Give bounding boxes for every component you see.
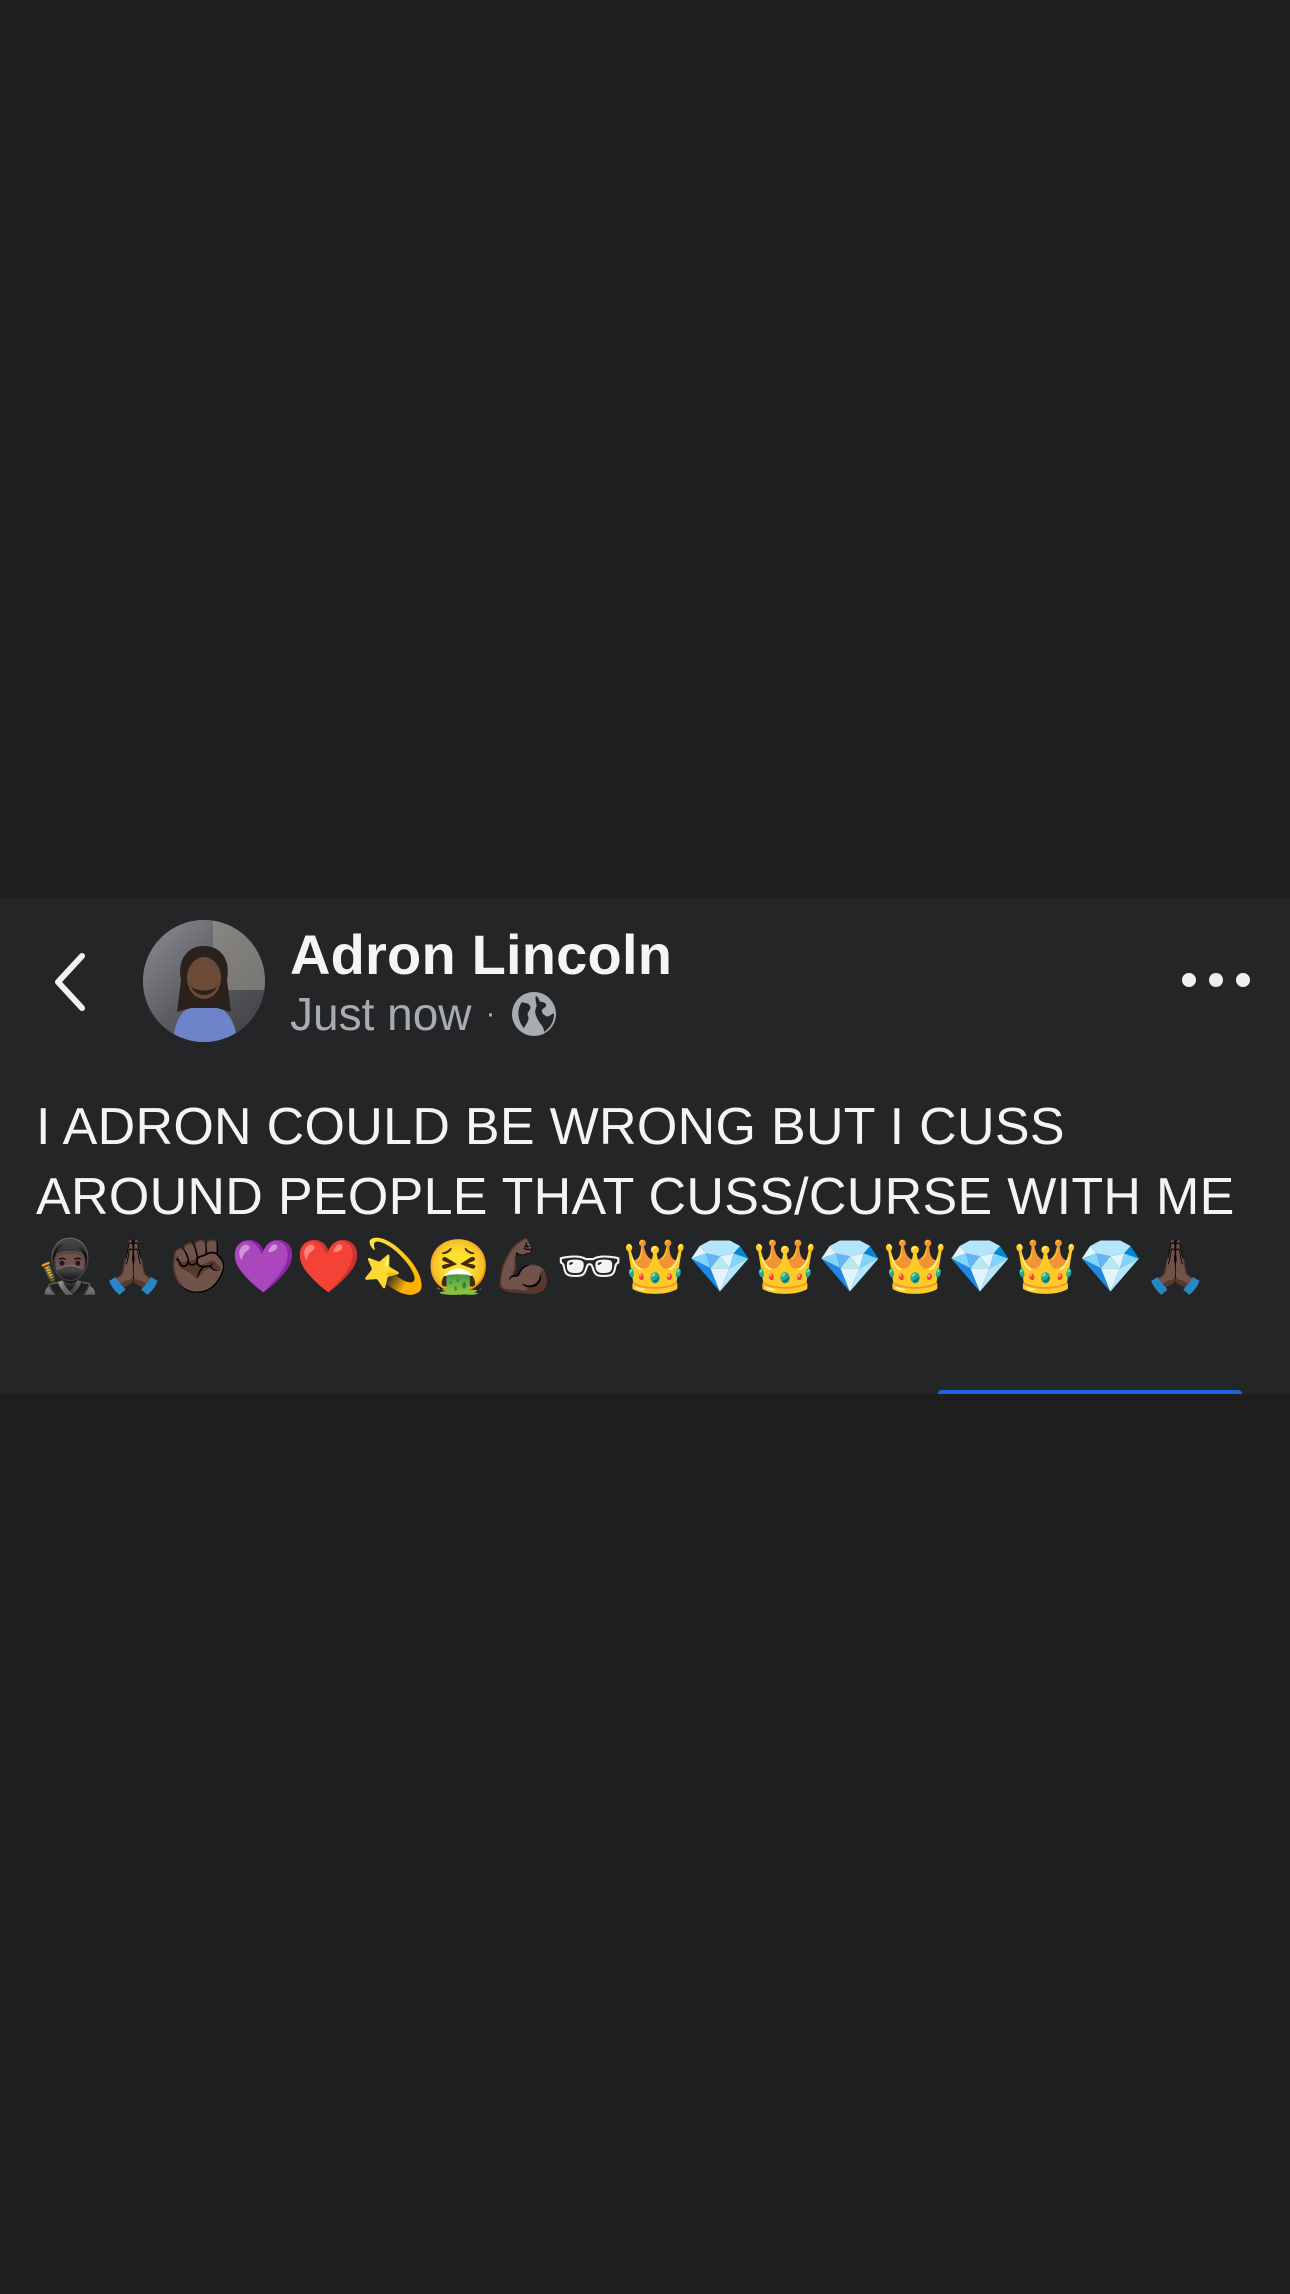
post-meta: Just now · bbox=[290, 984, 558, 1044]
post-body: I ADRON COULD BE WRONG BUT I CUSS AROUND… bbox=[36, 1092, 1246, 1302]
back-button[interactable] bbox=[38, 942, 102, 1022]
screen: Adron Lincoln Just now · I ADRON COULD B… bbox=[0, 0, 1290, 2294]
chevron-left-icon bbox=[55, 953, 85, 1011]
author-name[interactable]: Adron Lincoln bbox=[290, 922, 672, 987]
post-timestamp[interactable]: Just now bbox=[290, 987, 472, 1041]
accent-indicator bbox=[938, 1390, 1242, 1394]
globe-icon bbox=[511, 992, 556, 1036]
meta-separator: · bbox=[485, 997, 496, 1030]
more-options-button[interactable] bbox=[1182, 956, 1250, 1004]
more-horizontal-icon bbox=[1182, 973, 1196, 987]
post-emojis: 🥷🏿🙏🏿✊🏿💜❤️💫🤮💪🏿🕶👑💎👑💎👑💎👑💎🙏🏿 bbox=[36, 1237, 1209, 1297]
avatar[interactable] bbox=[143, 920, 265, 1042]
avatar-image bbox=[143, 920, 265, 1042]
post-text: I ADRON COULD BE WRONG BUT I CUSS AROUND… bbox=[36, 1098, 1235, 1226]
